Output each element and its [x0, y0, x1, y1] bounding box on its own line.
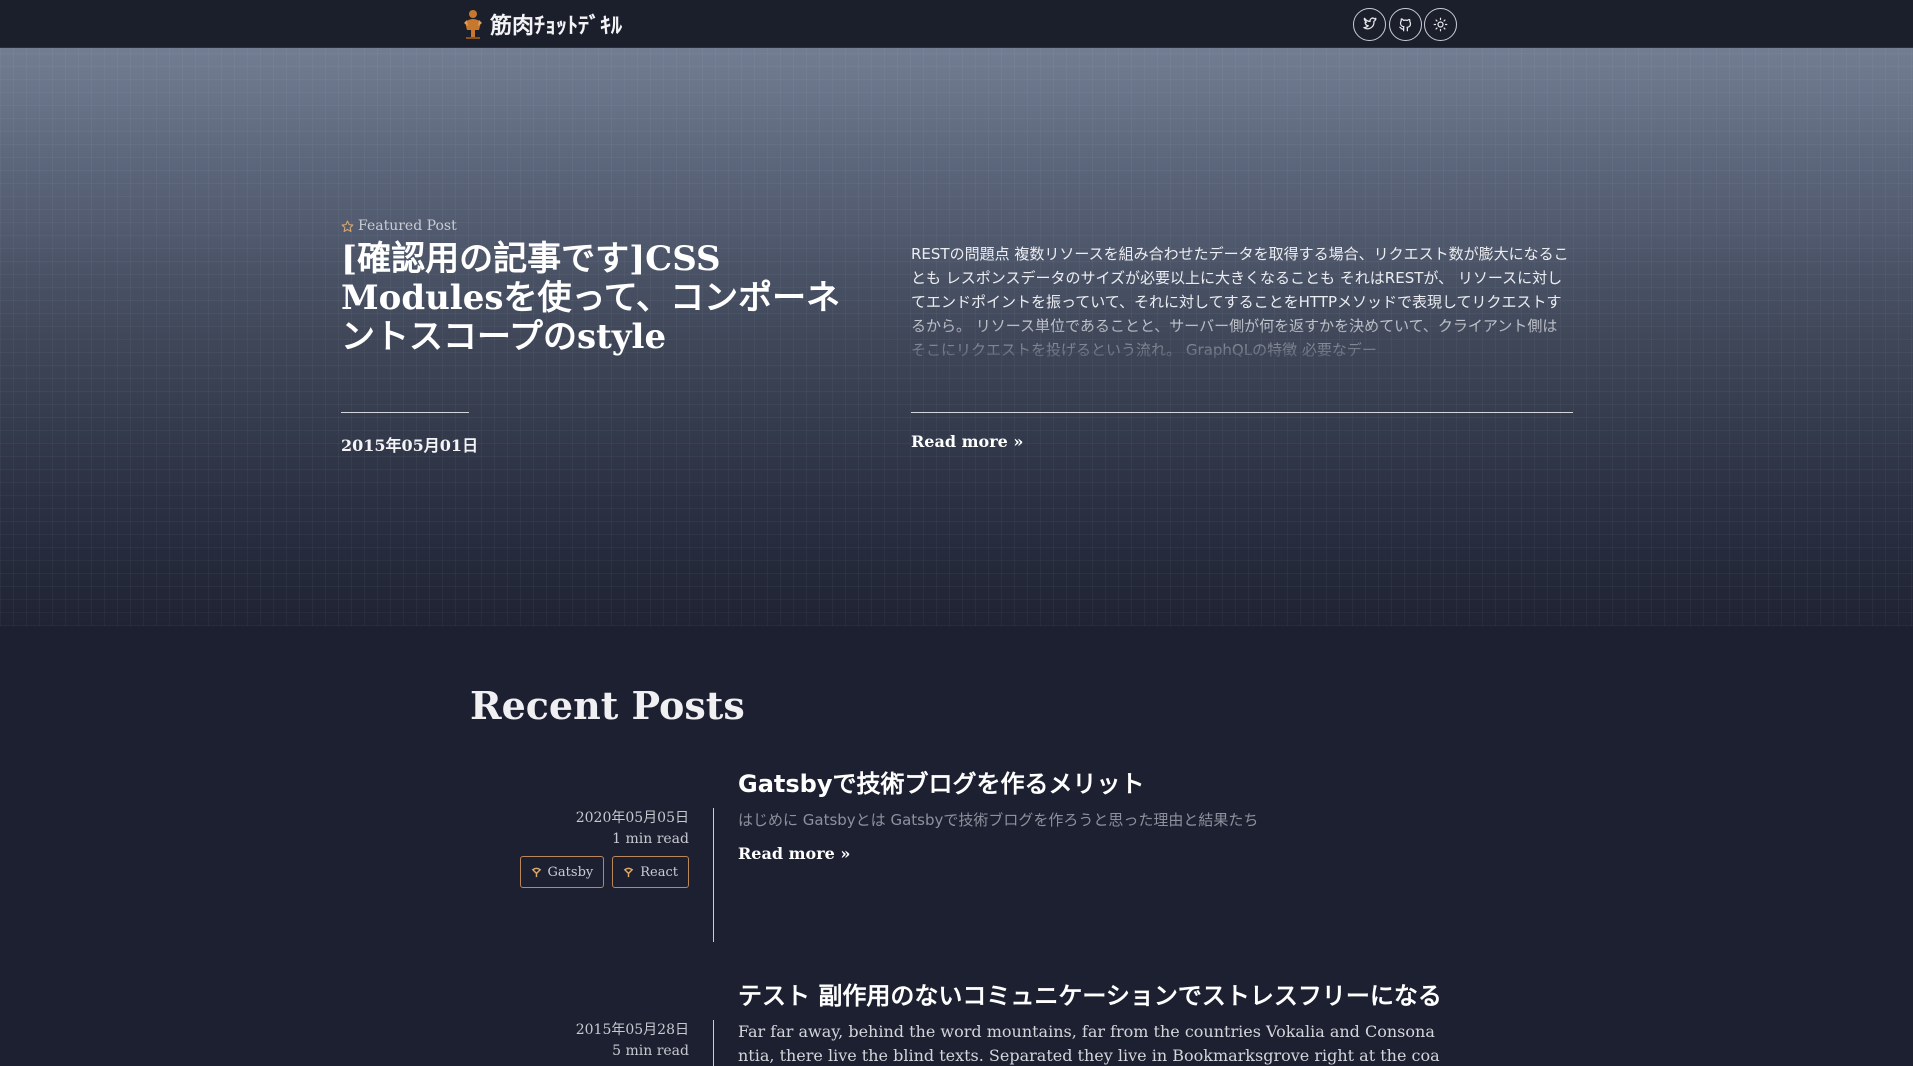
recent-posts-heading: Recent Posts [470, 683, 745, 728]
top-navigation-bar: 筋肉ﾁｮｯﾄﾃﾞｷﾙ [0, 0, 1913, 48]
post-excerpt: Far far away, behind the word mountains,… [738, 1022, 1440, 1065]
tag-label: React [640, 864, 678, 880]
featured-post-title[interactable]: [確認用の記事です]CSS Modulesを使って、コンポーネントスコープのst… [341, 240, 861, 357]
tag-gatsby[interactable]: Gatsby [519, 856, 605, 888]
twitter-button[interactable] [1353, 8, 1386, 41]
post-read-time: 5 min read [612, 1043, 689, 1059]
post-excerpt: はじめに Gatsbyとは Gatsbyで技術ブログを作ろうと思った理由と結果た… [738, 811, 1259, 829]
featured-read-more-link[interactable]: Read more » [911, 432, 1023, 451]
divider [341, 412, 469, 413]
site-title: 筋肉ﾁｮｯﾄﾃﾞｷﾙ [490, 14, 623, 39]
post-read-more-link[interactable]: Read more » [738, 844, 850, 863]
tag-icon [531, 867, 541, 877]
featured-label-text: Featured Post [358, 218, 457, 234]
post-divider [713, 1020, 714, 1066]
github-icon [1399, 18, 1412, 32]
post-date: 2015年05月28日 [575, 1022, 689, 1038]
featured-post-date: 2015年05月01日 [341, 436, 479, 455]
theme-toggle-button[interactable] [1424, 8, 1457, 41]
divider [911, 412, 1573, 413]
muscle-man-logo [464, 10, 482, 39]
github-button[interactable] [1389, 8, 1422, 41]
post-read-time: 1 min read [612, 831, 689, 847]
post-divider [713, 808, 714, 942]
star-icon [341, 220, 354, 232]
post-meta: 2015年05月28日 5 min read [576, 1020, 689, 1062]
featured-post-excerpt: RESTの問題点 複数リソースを組み合わせたデータを取得する場合、リクエスト数が… [911, 245, 1569, 359]
post-title[interactable]: Gatsbyで技術ブログを作るメリット [738, 764, 1144, 799]
tag-icon [623, 867, 634, 877]
featured-label: Featured Post [341, 218, 457, 234]
post-title[interactable]: テスト 副作用のないコミュニケーションでストレスフリーになる [738, 976, 1442, 1011]
tag-react[interactable]: React [612, 856, 689, 888]
post-date: 2020年05月05日 [575, 810, 689, 826]
tag-label: Gatsby [547, 864, 594, 880]
twitter-icon [1363, 17, 1377, 30]
sun-icon [1433, 17, 1448, 32]
post-meta: 2020年05月05日 1 min read [576, 808, 689, 850]
post-tags: Gatsby React [519, 856, 689, 888]
site-brand-link[interactable]: 筋肉ﾁｮｯﾄﾃﾞｷﾙ [462, 8, 622, 40]
